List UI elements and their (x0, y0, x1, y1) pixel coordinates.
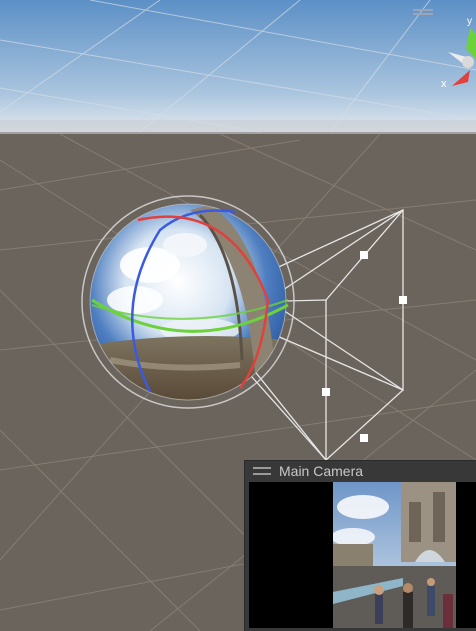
camera-preview-panel[interactable]: Main Camera (244, 460, 476, 631)
frustum-handle-bottom[interactable] (322, 388, 330, 396)
frustum-handle-bottom-right[interactable] (360, 434, 368, 442)
frustum-handle-right[interactable] (399, 296, 407, 304)
horizon-glow (0, 120, 476, 134)
frustum-handle-top[interactable] (360, 251, 368, 259)
sky-band (0, 0, 476, 132)
camera-preview-header[interactable]: Main Camera (245, 461, 476, 481)
camera-preview-title: Main Camera (279, 463, 364, 479)
reflection-probe-sphere-icon[interactable] (81, 195, 295, 409)
camera-preview-viewport (249, 482, 476, 628)
gizmo-x-label[interactable]: x (441, 78, 447, 90)
panel-grip-icon[interactable] (413, 9, 433, 15)
camera-preview-image (333, 482, 456, 628)
gizmo-y-label[interactable]: y (467, 16, 472, 27)
panel-grip-icon[interactable] (253, 467, 271, 475)
